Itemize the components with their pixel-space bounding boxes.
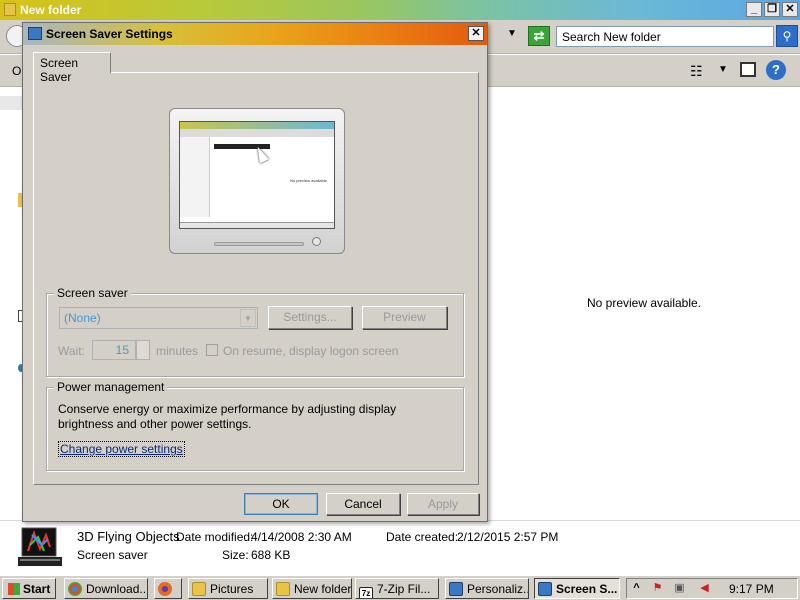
preview-button[interactable]: Preview (362, 306, 447, 329)
firefox-icon (158, 582, 172, 596)
windows-logo-icon (8, 583, 20, 595)
monitor-slot (214, 242, 304, 246)
folder-icon (276, 582, 290, 596)
taskbar-item-label: Screen S... (556, 582, 618, 596)
start-label: Start (23, 582, 51, 596)
monitor-icon (538, 582, 552, 596)
address-dropdown-icon[interactable]: ▼ (507, 28, 517, 39)
date-modified-value: 4/14/2008 2:30 AM (251, 530, 352, 544)
taskbar-item-firefox[interactable] (154, 578, 182, 599)
wait-label: Wait: (58, 344, 85, 358)
dialog-title: Screen Saver Settings (46, 27, 173, 41)
preview-toolbar (180, 129, 334, 137)
explorer-titlebar[interactable]: New folder _ ❐ ✕ (0, 0, 800, 20)
monitor-icon (28, 27, 42, 40)
taskbar-item-downloads[interactable]: Download... (64, 578, 148, 599)
dialog-titlebar[interactable]: Screen Saver Settings ✕ (23, 23, 487, 45)
screen-saver-dialog: Screen Saver Settings ✕ Screen Saver No … (22, 22, 488, 522)
search-input[interactable]: Search New folder (556, 26, 774, 47)
volume-muted-icon[interactable]: ◀ (698, 582, 711, 595)
chevron-down-icon: ▼ (240, 309, 256, 327)
taskbar-item-personalization[interactable]: Personaliz... (445, 578, 529, 599)
search-icon[interactable]: ⚲ (776, 25, 798, 47)
nav-selection (0, 96, 24, 110)
resume-logon-checkbox[interactable] (206, 344, 218, 356)
start-button[interactable]: Start (2, 578, 56, 599)
screensaver-file-icon (18, 527, 62, 566)
ok-button[interactable]: OK (244, 493, 318, 515)
7zip-icon: 7z (359, 587, 373, 598)
screen-saver-group-label: Screen saver (54, 286, 131, 300)
tab-screen-saver[interactable]: Screen Saver (33, 52, 111, 84)
taskbar-item-label: Download... (86, 582, 148, 596)
help-icon[interactable]: ? (766, 60, 786, 80)
wait-spinner[interactable] (136, 340, 150, 360)
views-icon[interactable]: ☷ (690, 63, 703, 80)
resume-logon-label: On resume, display logon screen (223, 344, 399, 358)
file-type: Screen saver (77, 548, 148, 562)
show-hidden-icons-icon[interactable]: ^ (630, 582, 643, 595)
taskbar-item-screen-saver[interactable]: Screen S... (534, 578, 620, 599)
network-icon[interactable]: ▣ (673, 582, 686, 595)
action-center-icon[interactable]: ⚑ (651, 582, 664, 595)
taskbar-item-pictures[interactable]: Pictures (188, 578, 268, 599)
chrome-icon (68, 582, 82, 596)
date-created-value: 2/12/2015 2:57 PM (457, 530, 559, 544)
preview-mini-text: No preview available. (290, 178, 329, 183)
taskbar-item-label: Personaliz... (467, 582, 529, 596)
views-dropdown-icon[interactable]: ▼ (718, 64, 728, 75)
folder-icon (192, 582, 206, 596)
screen-saver-select-value: (None) (64, 311, 101, 325)
close-button[interactable]: ✕ (782, 2, 798, 17)
settings-button[interactable]: Settings... (268, 306, 352, 329)
preview-taskbar (180, 222, 334, 228)
taskbar: Start Download... Pictures New folder 7z… (0, 575, 800, 600)
change-power-settings-link[interactable]: Change power settings (58, 441, 185, 457)
display-icon (449, 582, 463, 596)
monitor-preview: No preview available. (169, 108, 345, 254)
clock[interactable]: 9:17 PM (729, 582, 774, 596)
details-pane: 3D Flying Objects Screen saver Date modi… (0, 520, 800, 575)
refresh-button[interactable]: ⇄ (528, 26, 550, 46)
preview-nav (180, 137, 210, 217)
taskbar-item-label: 7-Zip Fil... (377, 582, 431, 596)
taskbar-item-label: New folder (294, 582, 352, 596)
power-button-icon (312, 237, 321, 246)
preview-titlebar (180, 122, 334, 129)
restore-button[interactable]: ❐ (764, 2, 780, 17)
minimize-button[interactable]: _ (746, 2, 762, 17)
power-management-group-label: Power management (54, 380, 168, 394)
power-management-description: Conserve energy or maximize performance … (58, 402, 397, 431)
navigation-pane (0, 88, 24, 520)
wait-unit-label: minutes (156, 344, 199, 358)
screen-saver-group: Screen saver (None) ▼ Settings... Previe… (46, 286, 464, 377)
screen-saver-select[interactable]: (None) ▼ (59, 307, 258, 329)
no-preview-text: No preview available. (586, 296, 702, 310)
explorer-title: New folder (20, 3, 82, 17)
folder-icon (4, 3, 16, 16)
date-created-label: Date created: (386, 530, 459, 544)
preview-pane: No preview available. (488, 88, 800, 520)
cancel-button[interactable]: Cancel (326, 493, 400, 515)
taskbar-item-label: Pictures (210, 582, 254, 596)
taskbar-item-new-folder[interactable]: New folder (272, 578, 352, 599)
wait-minutes-input[interactable]: 15 (92, 340, 136, 360)
power-management-group: Power management Conserve energy or maxi… (46, 380, 464, 471)
dialog-close-button[interactable]: ✕ (468, 26, 484, 41)
preview-pane-icon[interactable] (740, 62, 756, 77)
preview-screen: No preview available. (179, 121, 335, 229)
date-modified-label: Date modified: (176, 530, 254, 544)
system-tray: ^ ⚑ ▣ ◀ 9:17 PM (626, 578, 798, 599)
size-value: 688 KB (251, 548, 291, 562)
file-name: 3D Flying Objects (77, 529, 180, 544)
size-label: Size: (222, 548, 249, 562)
apply-button[interactable]: Apply (407, 493, 479, 515)
taskbar-item-7zip[interactable]: 7z 7-Zip Fil... (355, 578, 439, 599)
